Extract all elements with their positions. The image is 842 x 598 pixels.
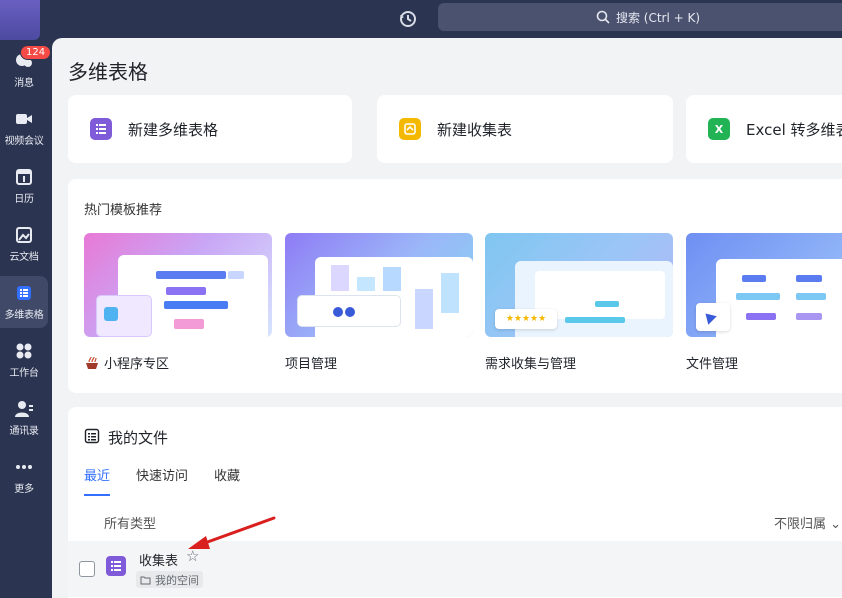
sidebar-item-label: 多维表格 — [4, 310, 44, 321]
file-name[interactable]: 收集表 — [139, 550, 178, 569]
location-label: 我的空间 — [155, 573, 199, 587]
sidebar-item-label: 视频会议 — [4, 136, 44, 147]
table-icon — [14, 283, 34, 303]
history-icon — [400, 11, 416, 27]
video-icon — [14, 109, 34, 129]
table-row[interactable]: 收集表 ☆ 我的空间 — [68, 541, 842, 597]
sidebar-item-label: 云文档 — [9, 252, 39, 263]
hotpot-icon — [84, 355, 100, 371]
template-name: 小程序专区 — [104, 357, 170, 372]
rating-stars-icon: ★★★★★ — [495, 309, 557, 329]
sidebar-item-video[interactable]: 视频会议 — [0, 102, 48, 154]
file-tabs: 最近 快速访问 收藏 — [84, 465, 240, 496]
history-button[interactable] — [396, 7, 420, 31]
section-title: 热门模板推荐 — [84, 203, 163, 218]
sidebar-item-label: 通讯录 — [9, 426, 39, 437]
tab-quick-access[interactable]: 快速访问 — [136, 465, 188, 496]
owner-filter[interactable]: 不限归属 ⌄ — [774, 513, 841, 532]
sidebar-item-label: 消息 — [14, 78, 34, 89]
document-icon — [14, 225, 34, 245]
sidebar-item-contacts[interactable]: 通讯录 — [0, 392, 48, 444]
type-filter[interactable]: 所有类型 — [104, 513, 156, 532]
template-card-files[interactable]: 文件管理 — [686, 233, 842, 372]
tab-recent[interactable]: 最近 — [84, 465, 111, 496]
page-title: 多维表格 — [68, 60, 148, 84]
template-name: 需求收集与管理 — [485, 357, 577, 372]
file-location[interactable]: 我的空间 — [136, 571, 203, 588]
template-card-requirements[interactable]: ★★★★★ 需求收集与管理 — [485, 233, 673, 372]
excel-icon: X — [708, 118, 730, 140]
new-form-button[interactable]: 新建收集表 — [377, 95, 673, 163]
template-thumbnail — [686, 233, 842, 337]
action-label: 新建多维表格 — [128, 120, 219, 139]
sidebar-item-label: 更多 — [14, 484, 34, 495]
search-placeholder: 搜索 (Ctrl + K) — [615, 10, 701, 25]
calendar-icon — [14, 167, 34, 187]
action-label: Excel 转多维表 — [746, 120, 842, 139]
sidebar-item-label: 日历 — [14, 194, 34, 205]
form-icon — [399, 118, 421, 140]
topbar: 搜索 (Ctrl + K) — [52, 0, 842, 38]
bitable-icon — [90, 118, 112, 140]
sidebar-item-more[interactable]: 更多 — [0, 450, 48, 502]
sidebar-item-calendar[interactable]: 日历 — [0, 160, 48, 212]
more-icon — [14, 457, 34, 477]
sidebar-item-workplace[interactable]: 工作台 — [0, 334, 48, 386]
tab-favorites[interactable]: 收藏 — [214, 465, 240, 496]
sidebar-item-label: 工作台 — [9, 368, 39, 379]
action-label: 新建收集表 — [437, 120, 513, 139]
sidebar: 消息 124 视频会议 日历 云文档 多维表格 工作台 通讯录 更多 — [0, 0, 52, 598]
avatar[interactable] — [0, 0, 40, 40]
template-card-project[interactable]: 项目管理 — [285, 233, 473, 372]
template-name: 文件管理 — [686, 357, 739, 372]
row-checkbox[interactable] — [79, 561, 95, 577]
apps-icon — [14, 341, 34, 361]
excel-convert-button[interactable]: X Excel 转多维表 — [686, 95, 842, 163]
star-icon[interactable]: ☆ — [186, 547, 199, 565]
search-icon — [596, 10, 610, 24]
search-bar[interactable]: 搜索 (Ctrl + K) — [438, 3, 842, 31]
template-card-miniprogram[interactable]: 小程序专区 — [84, 233, 272, 372]
folder-icon — [140, 576, 151, 584]
sidebar-item-docs[interactable]: 云文档 — [0, 218, 48, 270]
contacts-icon — [14, 399, 34, 419]
bitable-file-icon — [106, 556, 126, 576]
owner-filter-label: 不限归属 — [774, 517, 827, 532]
template-thumbnail — [84, 233, 272, 337]
template-name: 项目管理 — [285, 357, 338, 372]
sidebar-item-bitable[interactable]: 多维表格 — [0, 276, 48, 328]
template-thumbnail — [285, 233, 473, 337]
main-content: 多维表格 新建多维表格 新建收集表 X Excel 转多维表 热门模板推荐 小程… — [52, 38, 842, 598]
file-list-icon — [84, 428, 100, 448]
template-thumbnail: ★★★★★ — [485, 233, 673, 337]
new-bitable-button[interactable]: 新建多维表格 — [68, 95, 352, 163]
chevron-down-icon: ⌄ — [830, 517, 842, 532]
my-files-section: 我的文件 最近 快速访问 收藏 所有类型 不限归属 ⌄ 收集表 ☆ 我的空间 — [68, 407, 842, 598]
unread-badge: 124 — [20, 45, 52, 60]
section-title: 我的文件 — [108, 429, 169, 447]
template-section: 热门模板推荐 小程序专区 项目管理 ★★★★★ 需求收集与管理 文件管理 — [68, 179, 842, 393]
